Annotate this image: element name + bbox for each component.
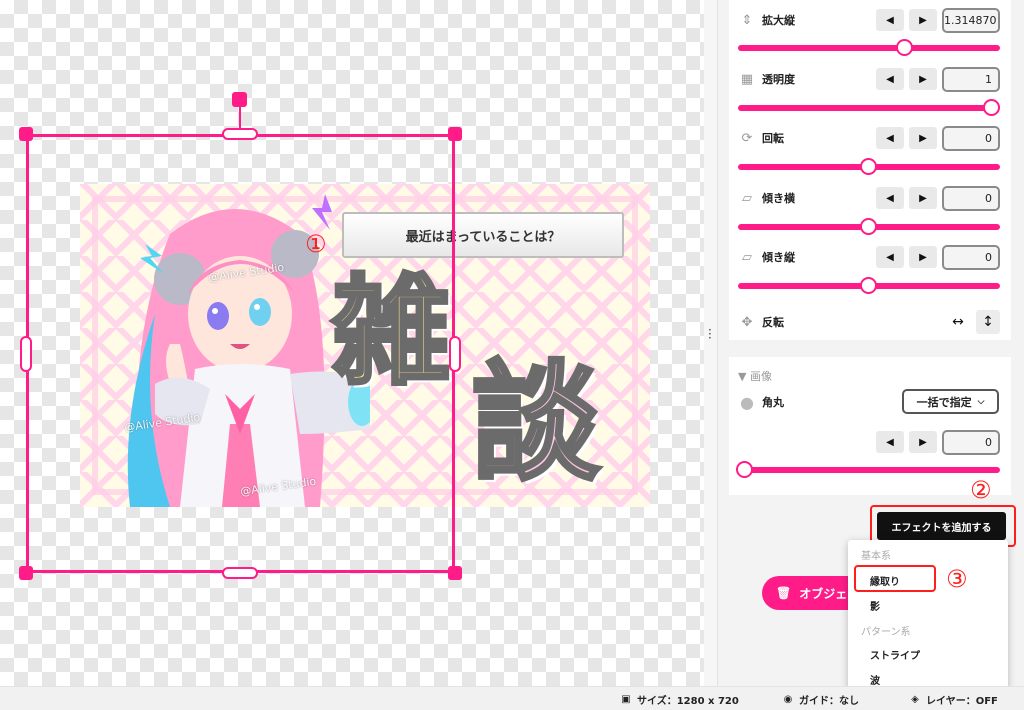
opacity-row: ▦ 透明度 ◀ ▶ 1 — [738, 65, 1000, 93]
circle-icon: ● — [740, 392, 754, 412]
menu-item-wave[interactable]: 波 — [870, 672, 880, 687]
image-section-title[interactable]: ▼ 画像 — [738, 368, 772, 384]
canvas-size-text: サイズ：1280 x 720 — [637, 696, 739, 707]
rotate-icon: ⟳ — [741, 130, 753, 146]
decrement-button[interactable]: ◀ — [876, 68, 904, 90]
add-effect-button[interactable]: エフェクトを追加する — [877, 512, 1006, 540]
trash-icon: 🗑 — [776, 586, 792, 600]
decrement-button[interactable]: ◀ — [876, 9, 904, 31]
corner-radius-row: ● 角丸 — [738, 388, 898, 416]
skew-horizontal-row: ▱ 傾き横 ◀ ▶ 0 — [738, 184, 1000, 212]
corner-mode-select[interactable]: 一括で指定 ⌵ — [902, 389, 999, 414]
layer-text: レイヤー：OFF — [926, 696, 998, 707]
resize-handle-bottom-right[interactable] — [448, 566, 462, 580]
corner-radius-value-row: ◀ ▶ 0 — [738, 428, 1000, 456]
skew-horizontal-icon: ▱ — [742, 190, 752, 206]
menu-item-shadow[interactable]: 影 — [870, 598, 880, 613]
image-icon: ▣ — [621, 694, 631, 705]
decrement-button[interactable]: ◀ — [876, 127, 904, 149]
menu-group-pattern: パターン系 — [861, 627, 911, 638]
increment-button[interactable]: ▶ — [909, 9, 937, 31]
resize-handle-bottom[interactable] — [222, 567, 258, 579]
move-icon: ✥ — [741, 314, 753, 330]
transparency-icon: ▦ — [740, 71, 754, 87]
flip-horizontal-button[interactable]: ↔ — [946, 310, 970, 334]
annotation-highlight-outline — [854, 565, 936, 592]
opacity-label: 透明度 — [762, 73, 795, 86]
resize-handle-top[interactable] — [222, 128, 258, 140]
skew-vertical-input[interactable]: 0 — [942, 244, 1000, 270]
opacity-slider[interactable] — [738, 99, 1000, 116]
menu-group-basic: 基本系 — [861, 551, 891, 562]
canvas-area[interactable]: 最近はまっていることは？ 雑 談 @Alive Studio @Alive St… — [0, 0, 704, 686]
compass-icon: ◉ — [783, 694, 793, 705]
corner-radius-label: 角丸 — [762, 396, 784, 409]
guide-status[interactable]: ◉ ガイド：なし — [782, 692, 859, 707]
selection-box[interactable] — [26, 134, 455, 573]
rotation-slider[interactable] — [738, 158, 1000, 175]
skew-vertical-slider[interactable] — [738, 277, 1000, 294]
drag-handle-icon[interactable]: · · · — [708, 324, 712, 344]
rotation-label: 回転 — [762, 132, 784, 145]
status-bar: ▣ サイズ：1280 x 720 ◉ ガイド：なし ◈ レイヤー：OFF — [0, 686, 1024, 710]
title-char-dan: 談 — [470, 347, 602, 500]
decrement-button[interactable]: ◀ — [876, 246, 904, 268]
slider-thumb[interactable] — [736, 461, 753, 478]
corner-mode-value: 一括で指定 — [916, 395, 972, 409]
increment-button[interactable]: ▶ — [909, 127, 937, 149]
scale-vertical-label: 拡大縦 — [762, 14, 795, 27]
rotate-handle[interactable] — [232, 92, 247, 107]
resize-handle-top-left[interactable] — [19, 127, 33, 141]
menu-item-stripe[interactable]: ストライプ — [870, 647, 920, 662]
resize-handle-top-right[interactable] — [448, 127, 462, 141]
slider-thumb[interactable] — [860, 277, 877, 294]
annotation-marker-1: ① — [305, 230, 327, 258]
skew-vertical-icon: ▱ — [742, 249, 752, 265]
corner-radius-slider[interactable] — [736, 461, 1000, 478]
guide-text: ガイド：なし — [799, 696, 859, 707]
annotation-marker-3: ③ — [946, 565, 968, 593]
effect-dropdown-menu: 基本系 縁取り 影 パターン系 ストライプ 波 — [848, 540, 1008, 690]
slider-thumb[interactable] — [896, 39, 913, 56]
rotation-input[interactable]: 0 — [942, 125, 1000, 151]
flip-row: ✥ 反転 ↔ ↕ — [738, 308, 1000, 336]
resize-handle-left[interactable] — [20, 336, 32, 372]
decrement-button[interactable]: ◀ — [876, 187, 904, 209]
slider-thumb[interactable] — [860, 218, 877, 235]
opacity-input[interactable]: 1 — [942, 66, 1000, 92]
increment-button[interactable]: ▶ — [909, 68, 937, 90]
slider-thumb[interactable] — [983, 99, 1000, 116]
resize-vertical-icon: ⇕ — [741, 12, 753, 28]
scale-vertical-input[interactable]: 1.314870 — [942, 7, 1000, 33]
skew-horizontal-slider[interactable] — [738, 218, 1000, 235]
rotate-handle-stem — [239, 106, 241, 130]
rotation-row: ⟳ 回転 ◀ ▶ 0 — [738, 124, 1000, 152]
increment-button[interactable]: ▶ — [909, 246, 937, 268]
skew-horizontal-input[interactable]: 0 — [942, 185, 1000, 211]
skew-vertical-row: ▱ 傾き縦 ◀ ▶ 0 — [738, 243, 1000, 271]
layers-icon: ◈ — [911, 694, 919, 705]
annotation-marker-2: ② — [970, 476, 992, 504]
increment-button[interactable]: ▶ — [909, 431, 937, 453]
skew-vertical-label: 傾き縦 — [762, 251, 795, 264]
scale-vertical-slider[interactable] — [738, 39, 1000, 56]
increment-button[interactable]: ▶ — [909, 187, 937, 209]
canvas-size-status[interactable]: ▣ サイズ：1280 x 720 — [620, 692, 739, 707]
chevron-down-icon: ⌵ — [977, 396, 985, 407]
flip-label: 反転 — [762, 316, 784, 329]
resize-handle-bottom-left[interactable] — [19, 566, 33, 580]
resize-handle-right[interactable] — [449, 336, 461, 372]
scale-vertical-row: ⇕ 拡大縦 ◀ ▶ 1.314870 — [738, 6, 1000, 34]
corner-radius-input[interactable]: 0 — [942, 429, 1000, 455]
layer-status[interactable]: ◈ レイヤー：OFF — [909, 692, 998, 707]
skew-horizontal-label: 傾き横 — [762, 192, 795, 205]
object-delete-button[interactable]: 🗑 オブジェク — [762, 576, 862, 610]
flip-vertical-button[interactable]: ↕ — [976, 310, 1000, 334]
slider-thumb[interactable] — [860, 158, 877, 175]
decrement-button[interactable]: ◀ — [876, 431, 904, 453]
